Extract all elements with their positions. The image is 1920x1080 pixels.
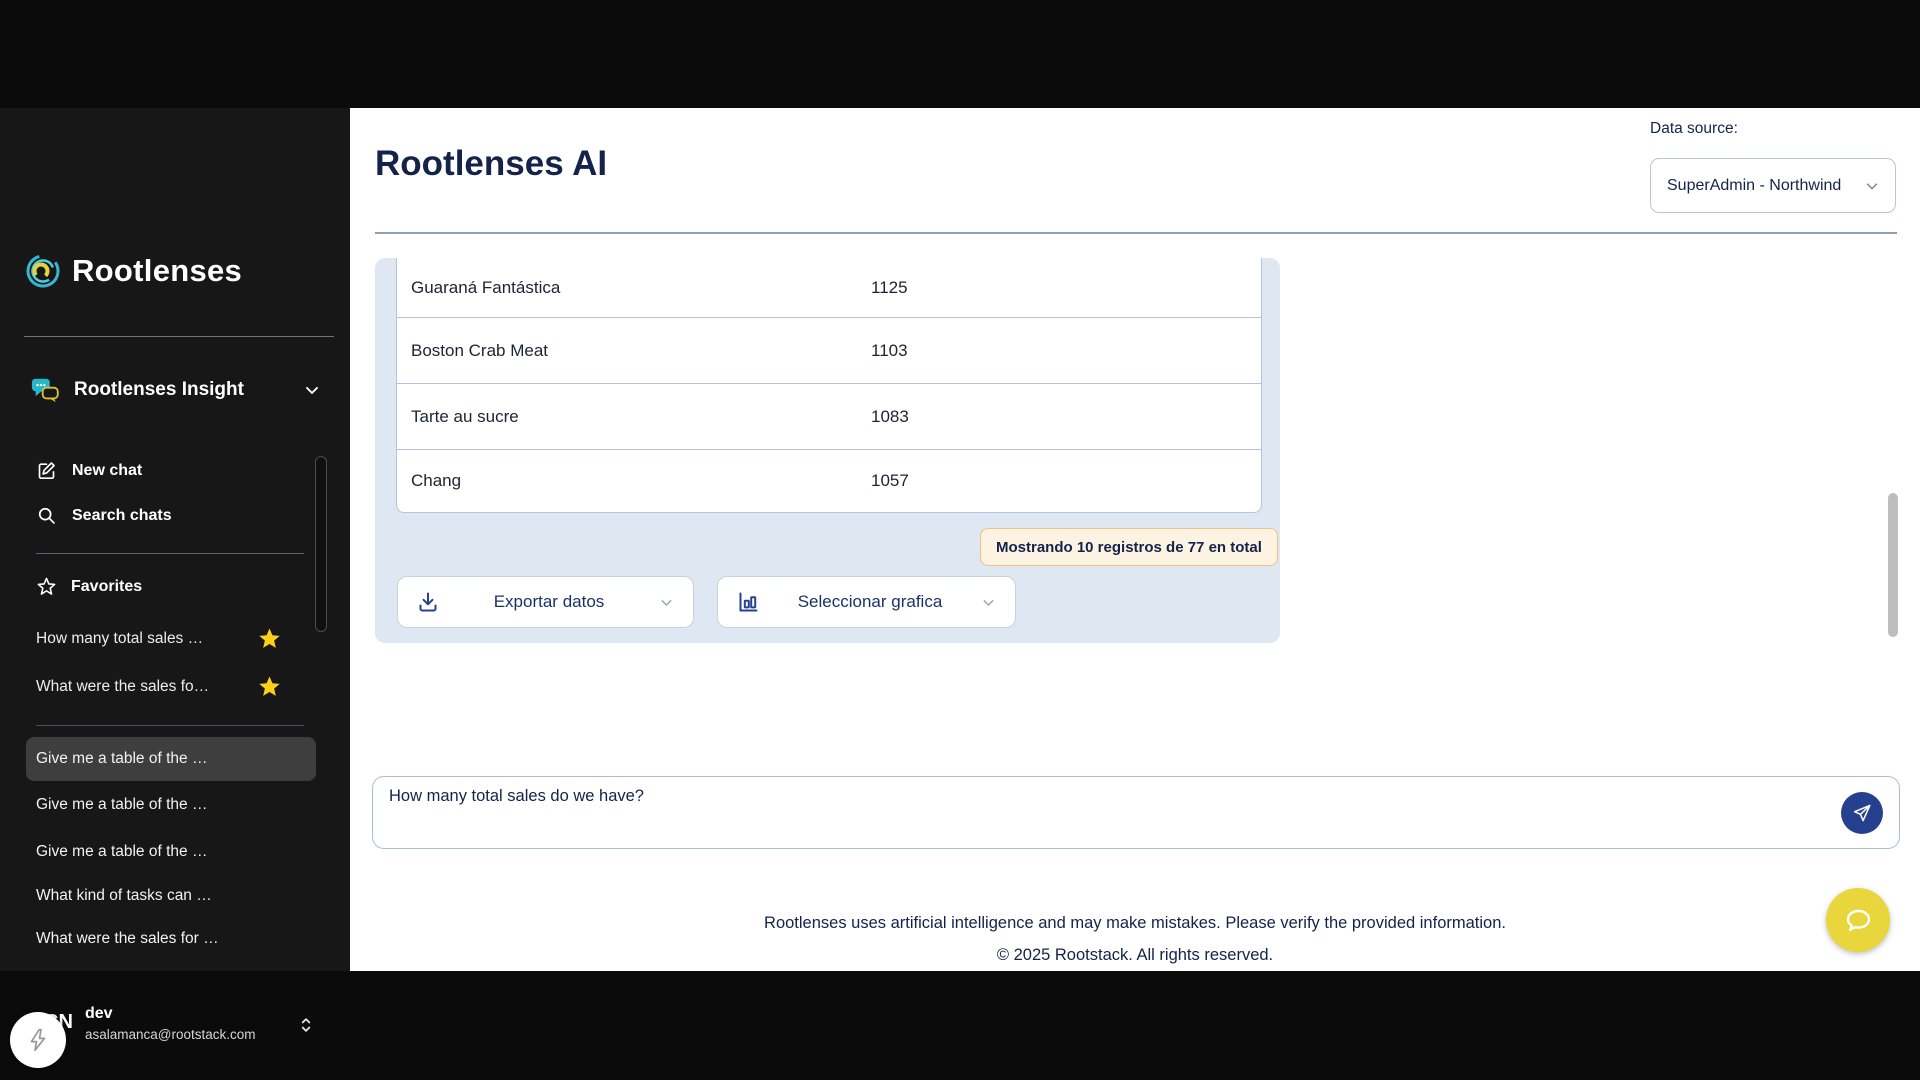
- history-chat-label: Give me a table of the …: [36, 843, 207, 861]
- brand-logo: Rootlenses: [24, 252, 242, 290]
- copyright-text: © 2025 Rootstack. All rights reserved.: [350, 946, 1920, 965]
- message-input[interactable]: How many total sales do we have?: [389, 787, 1819, 837]
- user-menu-expander[interactable]: [296, 1014, 316, 1036]
- star-filled-icon[interactable]: [257, 626, 282, 651]
- chat-bubbles-icon: [30, 374, 62, 406]
- table-row: Tarte au sucre 1083: [397, 383, 1261, 449]
- star-outline-icon: [36, 576, 57, 597]
- sidebar-divider: [36, 725, 304, 726]
- history-chat-item[interactable]: Give me a table of the …: [26, 783, 316, 827]
- favorite-chat-item[interactable]: What were the sales fo…: [36, 674, 282, 699]
- product-value-cell: 1103: [871, 341, 908, 361]
- datasource-value: SuperAdmin - Northwind: [1667, 177, 1863, 195]
- product-name-cell: Tarte au sucre: [397, 407, 519, 427]
- download-icon: [416, 590, 440, 614]
- product-name-cell: Boston Crab Meat: [397, 341, 548, 361]
- dev-tools-button[interactable]: [10, 1012, 66, 1068]
- new-chat-icon: [36, 460, 57, 481]
- disclaimer-text: Rootlenses uses artificial intelligence …: [350, 914, 1920, 933]
- send-plane-icon: [1851, 802, 1873, 824]
- chevron-down-icon: [980, 594, 997, 611]
- product-name-cell: Chang: [397, 471, 461, 491]
- support-chat-button[interactable]: [1826, 888, 1890, 952]
- select-chart-button[interactable]: Seleccionar grafica: [717, 576, 1016, 628]
- speech-bubble-icon: [1842, 904, 1874, 936]
- sidebar-section-label: Rootlenses Insight: [74, 379, 290, 401]
- sidebar-section-insight[interactable]: Rootlenses Insight: [30, 372, 322, 408]
- datasource-label: Data source:: [1650, 120, 1738, 138]
- records-count-badge: Mostrando 10 registros de 77 en total: [980, 528, 1278, 566]
- export-data-label: Exportar datos: [440, 592, 658, 612]
- sidebar-scrollbar[interactable]: [315, 456, 327, 632]
- product-name-cell: Guaraná Fantástica: [397, 278, 560, 298]
- brand-name: Rootlenses: [72, 253, 242, 289]
- chevron-down-icon: [302, 380, 322, 400]
- sidebar-divider: [36, 553, 304, 554]
- sidebar-divider: [24, 336, 334, 337]
- results-table: Guaraná Fantástica 1125 Boston Crab Meat…: [396, 258, 1262, 513]
- send-button[interactable]: [1841, 792, 1883, 834]
- history-chat-item[interactable]: Give me a table of the …: [26, 737, 316, 781]
- rootlenses-logo-icon: [24, 252, 62, 290]
- history-chat-label: What kind of tasks can …: [36, 887, 212, 905]
- datasource-select[interactable]: SuperAdmin - Northwind: [1650, 158, 1896, 213]
- app-window: Rootlenses Rootlenses Insight: [0, 0, 1920, 1080]
- star-filled-icon[interactable]: [257, 674, 282, 699]
- main-content: Rootlenses AI Data source: SuperAdmin - …: [350, 108, 1920, 971]
- history-chat-label: What were the sales for …: [36, 930, 219, 948]
- history-chat-item[interactable]: What kind of tasks can …: [26, 874, 316, 918]
- favorite-chat-item[interactable]: How many total sales …: [36, 626, 282, 651]
- history-chat-item[interactable]: Give me a table of the …: [26, 830, 316, 874]
- select-chart-label: Seleccionar grafica: [760, 592, 980, 612]
- page-scrollbar[interactable]: [1888, 493, 1898, 637]
- table-row: Guaraná Fantástica 1125: [397, 258, 1261, 317]
- chevron-down-icon: [658, 594, 675, 611]
- user-name: dev: [85, 1005, 113, 1023]
- favorites-header: Favorites: [36, 576, 142, 597]
- unfold-more-icon: [296, 1014, 316, 1036]
- chevron-down-icon: [1863, 177, 1881, 195]
- favorite-chat-label: How many total sales …: [36, 630, 257, 648]
- bar-chart-icon: [736, 590, 760, 614]
- header-divider: [375, 232, 1897, 234]
- sidebar-item-new-chat[interactable]: New chat: [36, 460, 142, 481]
- search-chats-label: Search chats: [72, 507, 172, 525]
- history-chat-label: Give me a table of the …: [36, 796, 207, 814]
- lightning-bolt-icon: [25, 1027, 51, 1053]
- page-title: Rootlenses AI: [375, 144, 607, 184]
- product-value-cell: 1057: [871, 471, 909, 491]
- sidebar: Rootlenses Rootlenses Insight: [0, 108, 350, 971]
- table-row: Boston Crab Meat 1103: [397, 317, 1261, 383]
- new-chat-label: New chat: [72, 462, 142, 480]
- chat-composer: How many total sales do we have?: [372, 776, 1900, 849]
- favorite-chat-label: What were the sales fo…: [36, 678, 257, 696]
- user-email: asalamanca@rootstack.com: [85, 1027, 256, 1042]
- favorites-label: Favorites: [71, 578, 142, 596]
- search-icon: [36, 505, 57, 526]
- table-row: Chang 1057: [397, 449, 1261, 512]
- history-chat-item[interactable]: What were the sales for …: [26, 917, 316, 961]
- product-value-cell: 1125: [871, 278, 908, 298]
- results-panel: Guaraná Fantástica 1125 Boston Crab Meat…: [375, 258, 1280, 643]
- product-value-cell: 1083: [871, 407, 909, 427]
- export-data-button[interactable]: Exportar datos: [397, 576, 694, 628]
- sidebar-item-search-chats[interactable]: Search chats: [36, 505, 172, 526]
- history-chat-label: Give me a table of the …: [36, 750, 207, 768]
